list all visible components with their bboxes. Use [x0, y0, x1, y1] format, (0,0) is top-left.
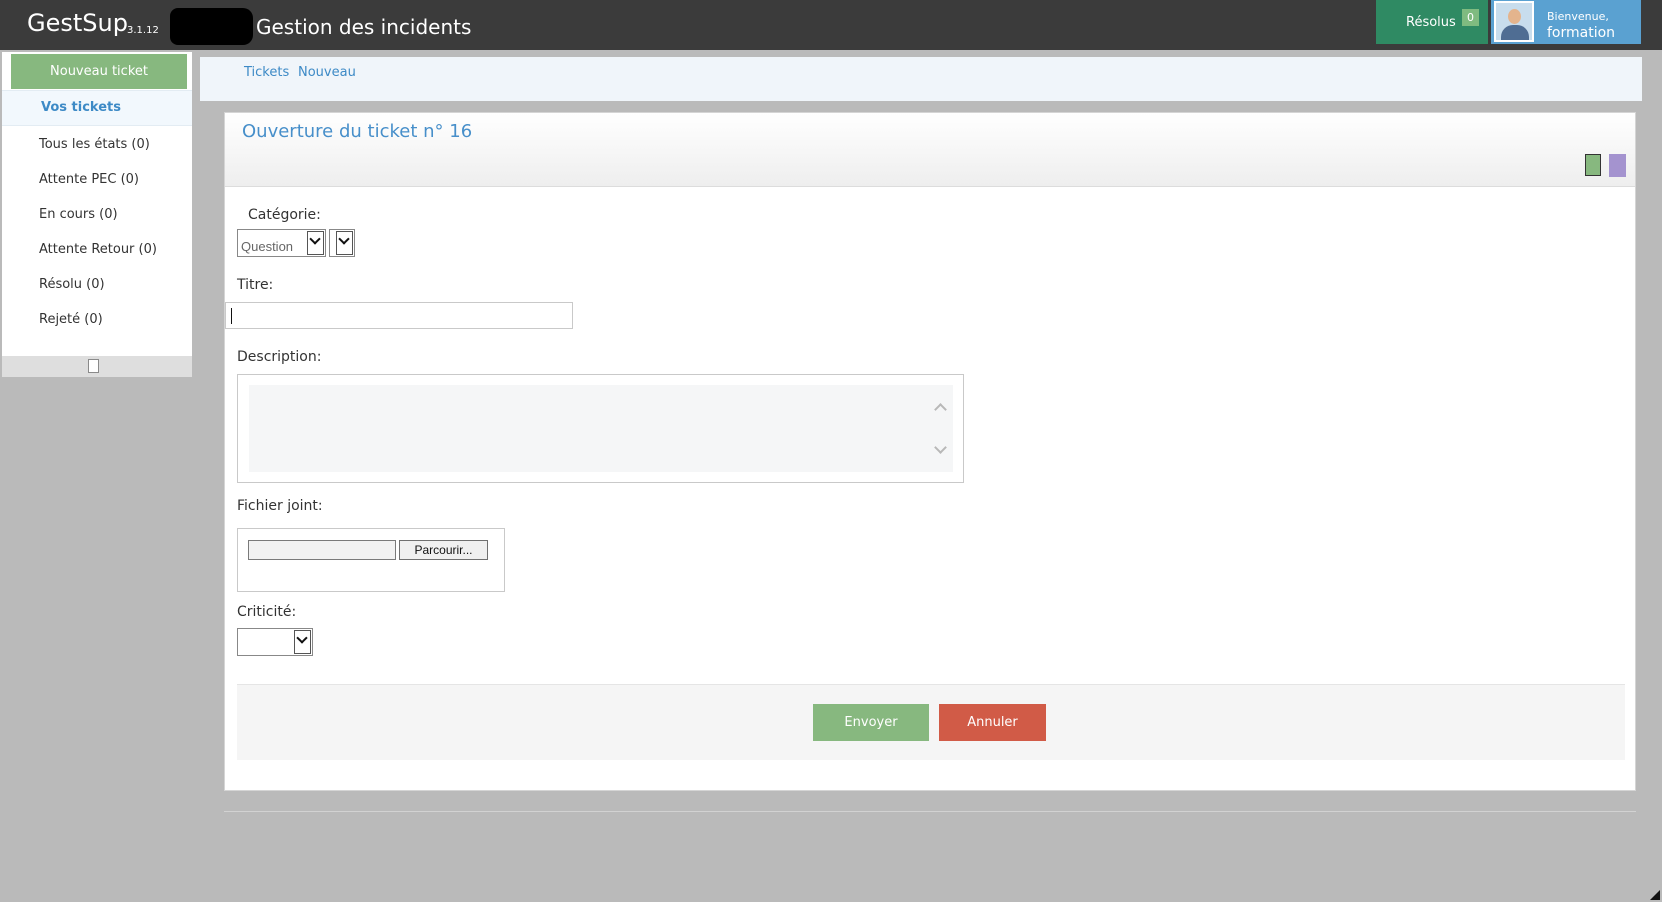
app-logo[interactable]: GestSup — [27, 9, 128, 37]
category-select[interactable]: Question — [237, 229, 326, 257]
breadcrumb-tickets-link[interactable]: Tickets — [244, 65, 289, 80]
description-label: Description: — [237, 349, 322, 365]
title-label: Titre: — [237, 277, 274, 293]
sidebar-item-label: En cours (0) — [39, 207, 118, 222]
green-color-swatch-icon[interactable] — [1585, 154, 1601, 176]
sidebar-item-en-cours[interactable]: En cours (0) — [2, 198, 192, 232]
sidebar-item-label: Attente PEC (0) — [39, 172, 140, 187]
resolved-label: Résolus — [1406, 15, 1456, 30]
text-caret — [231, 308, 232, 324]
description-textarea[interactable] — [249, 385, 953, 472]
sidebar-item-resolu[interactable]: Résolu (0) — [2, 268, 192, 302]
sidebar-item-tous-les-etats[interactable]: Tous les états (0) — [2, 128, 192, 162]
form-actions: Envoyer Annuler — [237, 684, 1625, 760]
sidebar-item-vos-tickets[interactable]: Vos tickets — [2, 90, 192, 126]
username: formation — [1547, 25, 1616, 41]
chevron-down-icon — [294, 630, 311, 654]
sidebar-item-rejete[interactable]: Rejeté (0) — [2, 303, 192, 337]
send-button[interactable]: Envoyer — [813, 704, 929, 741]
title-input[interactable] — [225, 302, 573, 329]
category-label: Catégorie: — [248, 207, 321, 223]
sidebar-item-label: Vos tickets — [41, 100, 121, 115]
panel-header: Ouverture du ticket n° 16 — [225, 113, 1635, 187]
sidebar-item-label: Attente Retour (0) — [39, 242, 157, 257]
sidebar-item-label: Tous les états (0) — [39, 137, 150, 152]
top-navbar: GestSup 3.1.12 Gestion des incidents Rés… — [0, 0, 1662, 50]
purple-color-swatch-icon[interactable] — [1609, 154, 1626, 177]
sidebar-item-attente-pec[interactable]: Attente PEC (0) — [2, 163, 192, 197]
sidebar-item-attente-retour[interactable]: Attente Retour (0) — [2, 233, 192, 267]
sidebar-item-label: Rejeté (0) — [39, 312, 103, 327]
sidebar-collapse-button[interactable] — [2, 356, 192, 377]
page-title: Ouverture du ticket n° 16 — [242, 121, 473, 142]
welcome-text: Bienvenue, — [1547, 10, 1609, 23]
divider — [224, 811, 1636, 812]
subcategory-select[interactable] — [329, 229, 355, 257]
avatar-body-icon — [1501, 25, 1529, 40]
redacted-logo — [170, 8, 253, 45]
scroll-up-icon[interactable] — [934, 403, 947, 416]
criticality-select[interactable] — [237, 628, 313, 656]
scroll-down-icon[interactable] — [934, 441, 947, 454]
chevron-down-icon — [336, 231, 353, 255]
category-select-value: Question — [241, 239, 294, 254]
ticket-form-panel: Ouverture du ticket n° 16 Catégorie: Que… — [224, 112, 1636, 791]
app-version: 3.1.12 — [127, 25, 159, 36]
avatar — [1494, 1, 1534, 42]
resolved-count-badge: 0 — [1462, 9, 1479, 26]
collapse-icon — [88, 359, 99, 373]
file-path-field[interactable] — [248, 540, 396, 560]
attachment-label: Fichier joint: — [237, 498, 323, 514]
chevron-down-icon — [307, 231, 324, 255]
new-ticket-button[interactable]: Nouveau ticket — [11, 54, 187, 89]
resize-grip-icon[interactable] — [1650, 890, 1660, 900]
sidebar: Nouveau ticket Vos tickets Tous les état… — [2, 52, 192, 377]
resolved-tickets-button[interactable]: Résolus 0 — [1376, 0, 1488, 44]
cancel-button[interactable]: Annuler — [939, 704, 1046, 741]
avatar-head-icon — [1508, 9, 1521, 24]
user-menu[interactable]: Bienvenue, formation — [1491, 0, 1641, 44]
attachment-box: Parcourir... — [237, 528, 505, 592]
breadcrumb: Tickets Nouveau — [200, 57, 1642, 101]
browse-button[interactable]: Parcourir... — [399, 540, 488, 560]
criticality-label: Criticité: — [237, 604, 297, 620]
breadcrumb-nouveau-link[interactable]: Nouveau — [298, 65, 356, 80]
description-editor — [237, 374, 964, 483]
sidebar-item-label: Résolu (0) — [39, 277, 105, 292]
app-title: Gestion des incidents — [256, 15, 472, 39]
